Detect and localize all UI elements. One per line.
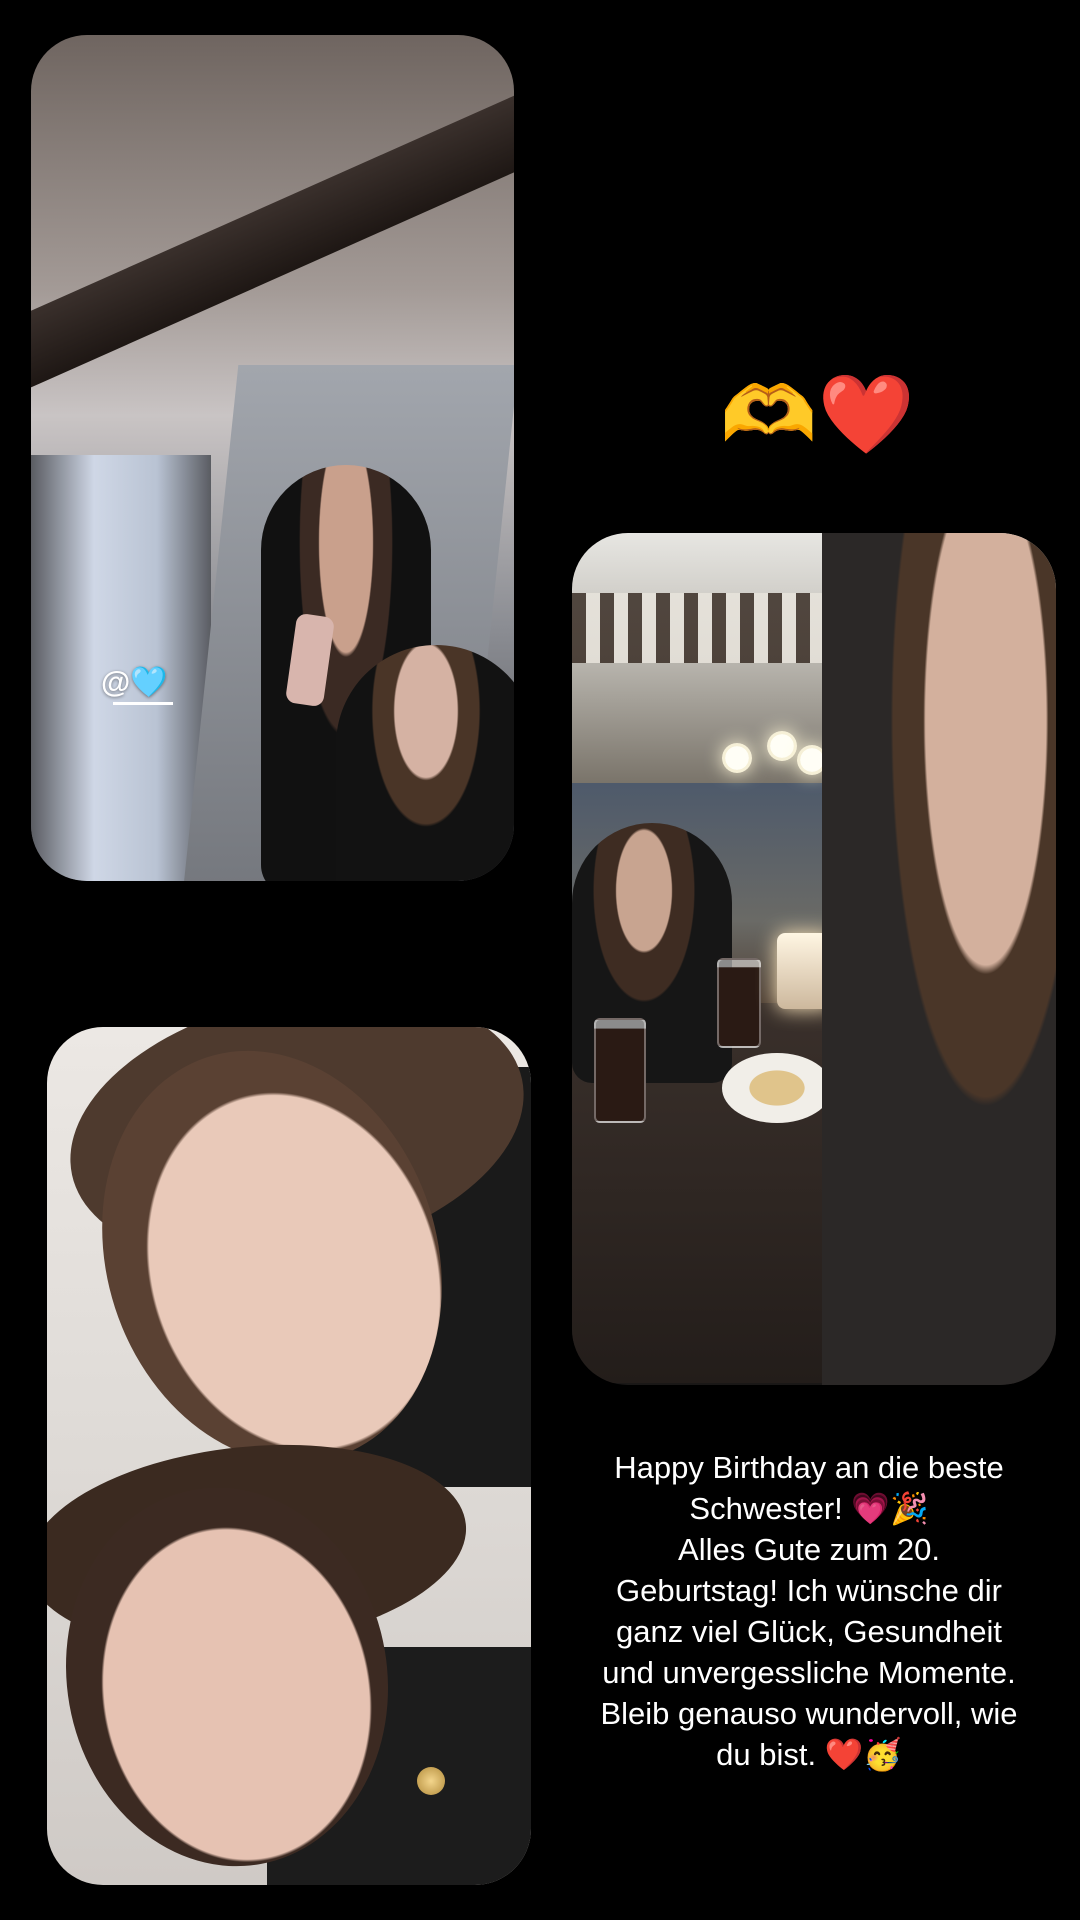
mention-tag-text: @🩵 xyxy=(101,666,168,699)
food-plate xyxy=(722,1053,832,1123)
ceiling-beam xyxy=(31,45,514,395)
caption-line: Happy Birthday an die beste xyxy=(614,1450,1004,1485)
caption-line: Geburtstag! Ich wünsche dir xyxy=(616,1573,1002,1608)
photo-mirror-selfie: @🩵 xyxy=(31,35,514,881)
birthday-caption: Happy Birthday an die beste Schwester! 💗… xyxy=(572,1447,1046,1775)
caption-line: Schwester! 💗🎉 xyxy=(689,1491,929,1526)
lamp xyxy=(767,731,797,761)
photo-restaurant-selfie xyxy=(572,533,1056,1385)
lamp xyxy=(722,743,752,773)
heart-hands-emoji: 🫶❤️ xyxy=(720,370,915,460)
necklace-pendant xyxy=(417,1767,445,1795)
glass xyxy=(594,1018,646,1123)
caption-line: Bleib genauso wundervoll, wie xyxy=(600,1696,1018,1731)
caption-line: und unvergessliche Momente. xyxy=(602,1655,1016,1690)
caption-line: du bist. ❤️🥳 xyxy=(716,1737,902,1772)
glass xyxy=(717,958,761,1048)
person-woman xyxy=(822,533,1056,1385)
caption-line: ganz viel Glück, Gesundheit xyxy=(616,1614,1002,1649)
mention-underline xyxy=(113,702,173,705)
person-girl xyxy=(336,645,514,881)
photo-sisters-selfie xyxy=(47,1027,531,1885)
mention-tag[interactable]: @🩵 xyxy=(101,665,173,705)
caption-line: Alles Gute zum 20. xyxy=(678,1532,940,1567)
